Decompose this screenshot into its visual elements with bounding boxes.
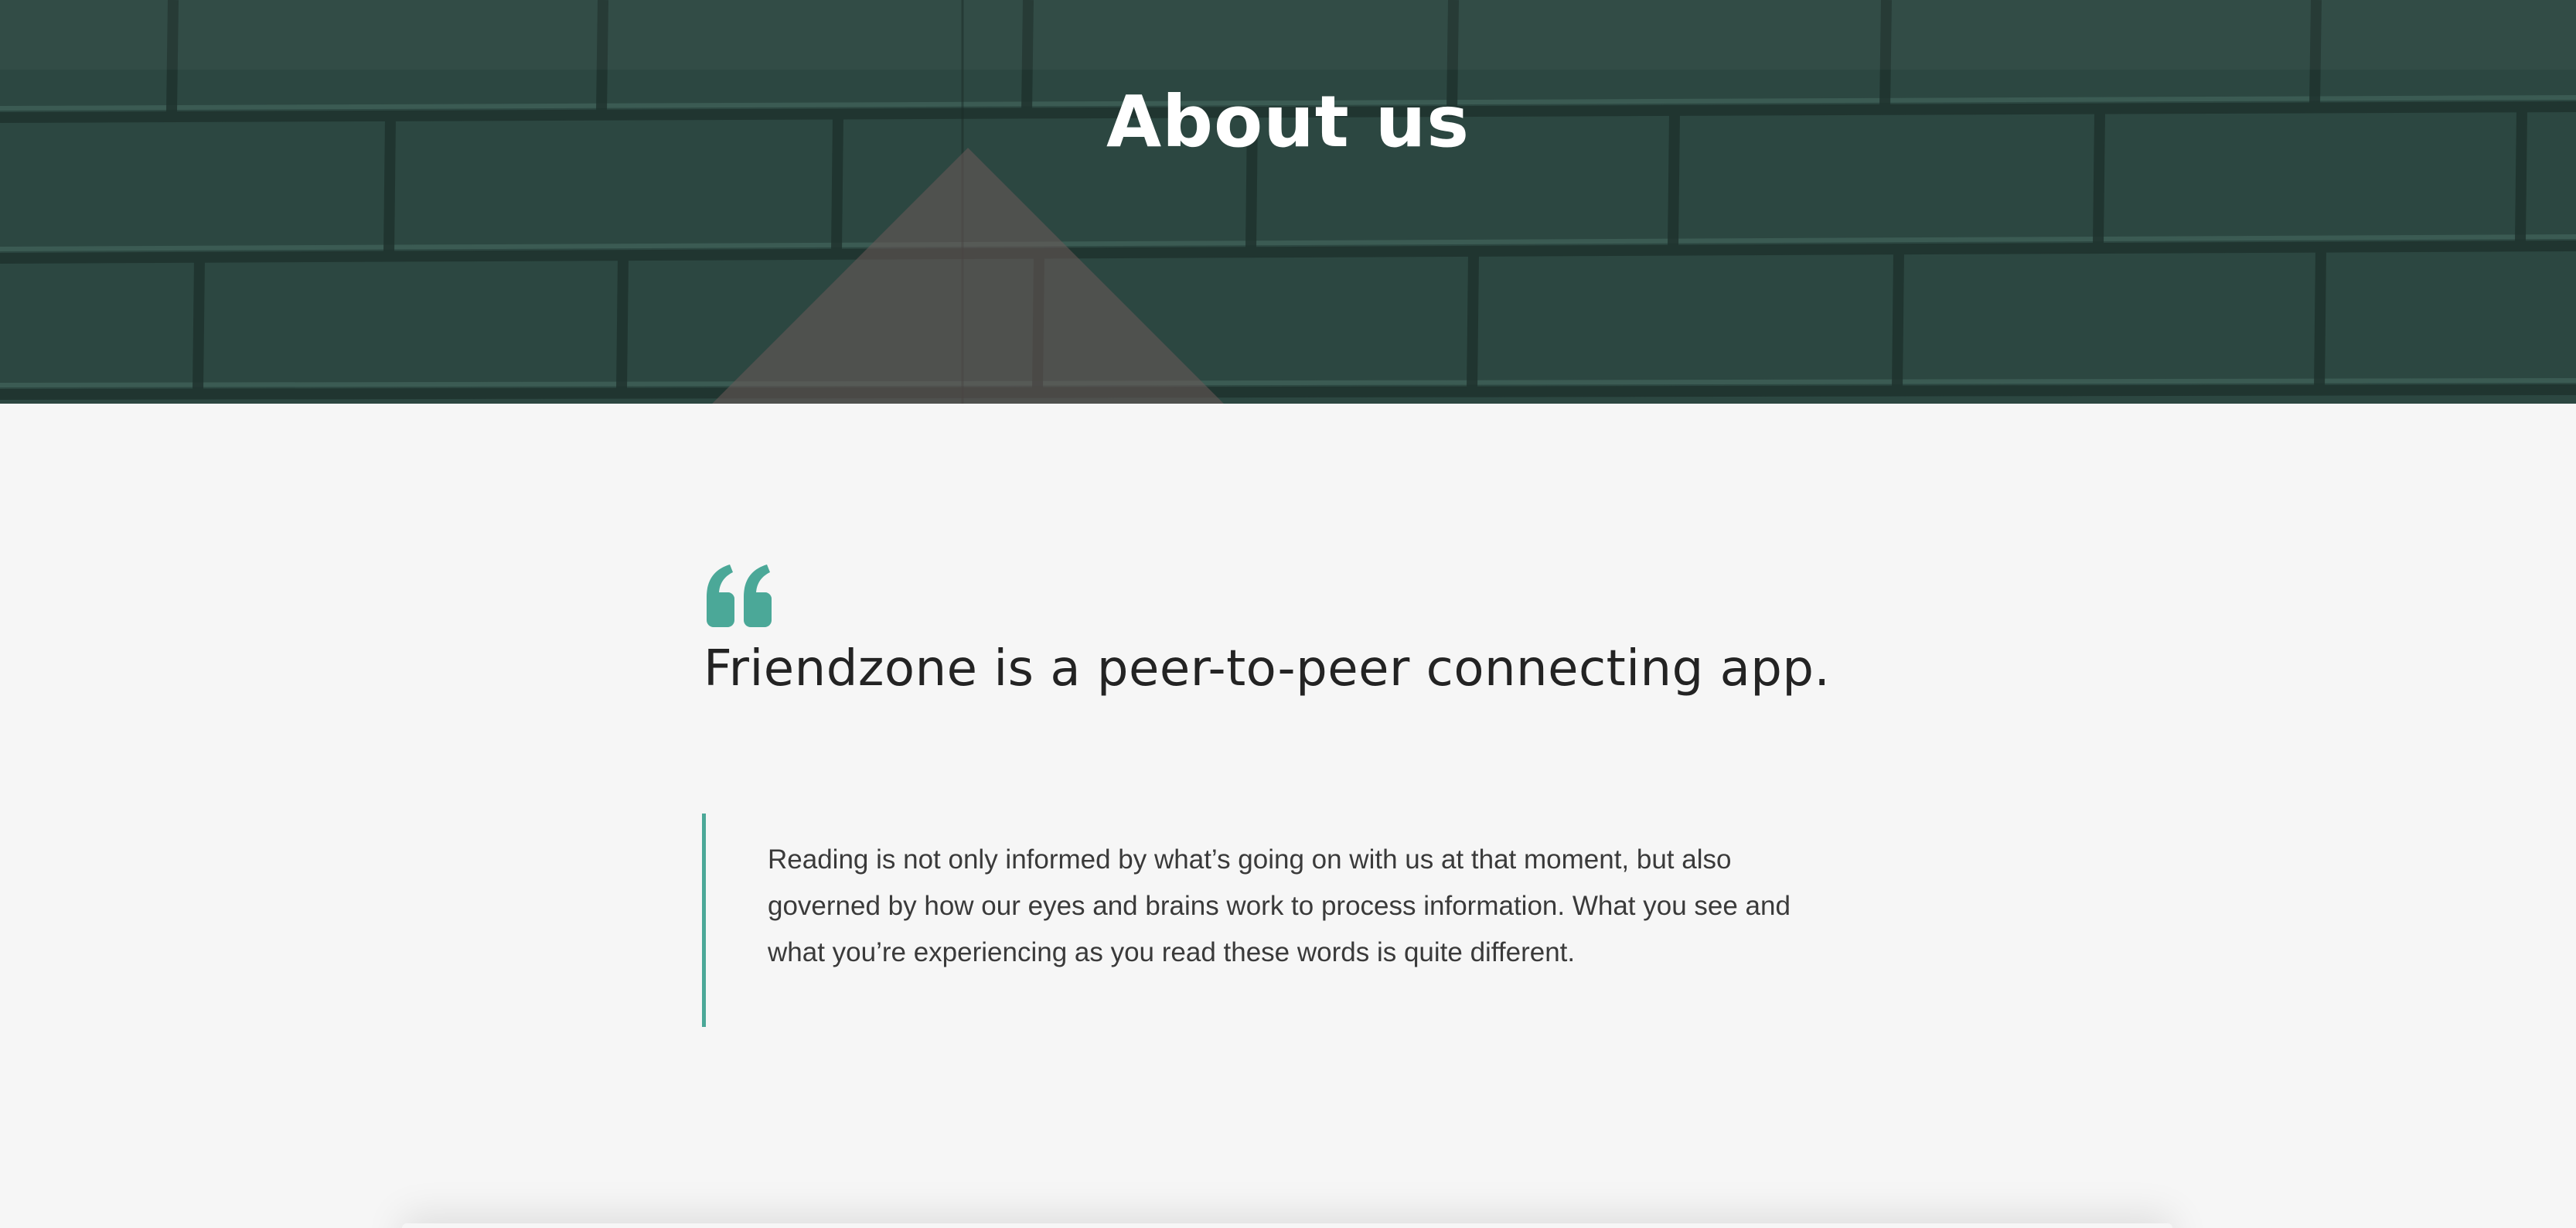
brick-wall-background: [0, 0, 2576, 404]
next-section-card-edge: [402, 1223, 2172, 1228]
about-page: About us Friendzone is a peer-to-peer co…: [0, 0, 2576, 1228]
quote-open-icon: [707, 565, 772, 627]
description-blockquote: Reading is not only informed by what’s g…: [702, 814, 1854, 1027]
blockquote-text: Reading is not only informed by what’s g…: [768, 844, 1791, 967]
intro-headline: Friendzone is a peer-to-peer connecting …: [704, 640, 1831, 698]
hero-banner: About us: [0, 0, 2576, 404]
page-title: About us: [1106, 80, 1470, 163]
